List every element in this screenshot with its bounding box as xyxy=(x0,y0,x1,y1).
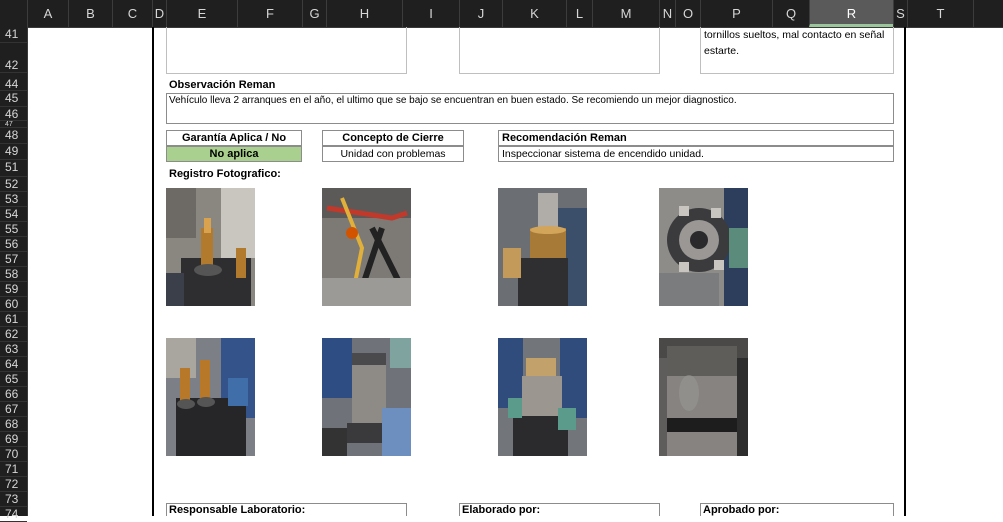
column-header-k[interactable]: K xyxy=(502,0,566,27)
page-border-right xyxy=(904,27,906,516)
row-header[interactable]: 51 xyxy=(0,160,27,177)
row-header[interactable]: 63 xyxy=(0,342,27,357)
row-header[interactable]: 60 xyxy=(0,297,27,312)
concepto-value[interactable]: Unidad con problemas xyxy=(322,146,464,162)
recomendacion-value[interactable]: Inspeccionar sistema de encendido unidad… xyxy=(498,146,894,162)
row-header[interactable]: 41 xyxy=(0,27,27,43)
row-header[interactable]: 64 xyxy=(0,357,27,372)
column-header-t[interactable]: T xyxy=(907,0,973,27)
elaborado-label: Elaborado por: xyxy=(462,504,541,516)
column-header-s[interactable]: S xyxy=(893,0,907,27)
top-note-line1: tornillos sueltos, mal contacto en señal xyxy=(704,29,885,41)
photo-terminal-nuts[interactable] xyxy=(166,338,255,456)
column-header-a[interactable]: A xyxy=(27,0,68,27)
column-header-l[interactable]: L xyxy=(566,0,592,27)
row-header[interactable]: 57 xyxy=(0,252,27,267)
column-header-p[interactable]: P xyxy=(700,0,772,27)
column-header-i[interactable]: I xyxy=(402,0,459,27)
recomendacion-label: Recomendación Reman xyxy=(498,130,894,146)
column-header-q[interactable]: Q xyxy=(772,0,809,27)
upper-left-box[interactable] xyxy=(166,27,407,74)
photo-starter-drive-gear[interactable] xyxy=(498,338,587,456)
row-header[interactable]: 73 xyxy=(0,492,27,507)
row-header[interactable]: 44 xyxy=(0,73,27,91)
row-header[interactable]: 58 xyxy=(0,267,27,282)
page-border-left xyxy=(152,27,154,516)
row-header[interactable]: 74 xyxy=(0,507,27,522)
row-header[interactable]: 62 xyxy=(0,327,27,342)
column-header-blank xyxy=(973,0,1003,27)
top-note-line2: estarte. xyxy=(704,45,740,57)
column-header-g[interactable]: G xyxy=(302,0,326,27)
row-header[interactable]: 46 xyxy=(0,107,27,121)
row-header[interactable]: 65 xyxy=(0,372,27,387)
row-header[interactable]: 71 xyxy=(0,462,27,477)
column-header-e[interactable]: E xyxy=(166,0,237,27)
column-header-c[interactable]: C xyxy=(112,0,152,27)
row-header[interactable]: 70 xyxy=(0,447,27,462)
column-header-n[interactable]: N xyxy=(659,0,675,27)
row-header[interactable]: 67 xyxy=(0,402,27,417)
row-header-bar: 41 42 44 45 46 47 48 49 51 52 53 54 55 5… xyxy=(0,27,28,522)
photo-starter-housing-closeup[interactable] xyxy=(659,338,748,456)
row-header[interactable]: 47 xyxy=(0,121,27,128)
column-header-d[interactable]: D xyxy=(152,0,166,27)
observacion-text: Vehículo lleva 2 arranques en el año, el… xyxy=(169,95,737,106)
row-header[interactable]: 54 xyxy=(0,207,27,222)
column-header-o[interactable]: O xyxy=(675,0,700,27)
photo-starter-motor-held[interactable] xyxy=(322,338,411,456)
row-header[interactable]: 72 xyxy=(0,477,27,492)
row-header[interactable]: 66 xyxy=(0,387,27,402)
photo-starter-terminals[interactable] xyxy=(166,188,255,306)
aprobado-label: Aprobado por: xyxy=(703,504,780,516)
registro-label: Registro Fotografico: xyxy=(169,168,281,180)
row-header[interactable]: 59 xyxy=(0,282,27,297)
column-header-bar: A B C D E F G H I J K L M N O P Q R S T xyxy=(0,0,1003,28)
column-header-j[interactable]: J xyxy=(459,0,502,27)
row-header[interactable]: 53 xyxy=(0,192,27,207)
row-header[interactable]: 42 xyxy=(0,43,27,73)
row-header[interactable]: 55 xyxy=(0,222,27,237)
row-header[interactable]: 45 xyxy=(0,91,27,107)
garantia-value[interactable]: No aplica xyxy=(166,146,302,162)
row-header[interactable]: 56 xyxy=(0,237,27,252)
concepto-label: Concepto de Cierre xyxy=(322,130,464,146)
row-header[interactable]: 49 xyxy=(0,144,27,160)
responsable-label: Responsable Laboratorio: xyxy=(169,504,306,516)
column-header-h[interactable]: H xyxy=(326,0,402,27)
column-header-r[interactable]: R xyxy=(809,0,893,27)
photo-brush-plate[interactable] xyxy=(659,188,748,306)
observacion-label: Observación Reman xyxy=(169,79,276,91)
row-header[interactable]: 69 xyxy=(0,432,27,447)
garantia-label: Garantía Aplica / No aplica xyxy=(166,130,302,158)
column-header-f[interactable]: F xyxy=(237,0,302,27)
upper-middle-box[interactable] xyxy=(459,27,660,74)
row-header[interactable]: 68 xyxy=(0,417,27,432)
row-header[interactable]: 48 xyxy=(0,128,27,144)
photo-armature-gear[interactable] xyxy=(498,188,587,306)
row-header[interactable]: 52 xyxy=(0,177,27,192)
column-header-b[interactable]: B xyxy=(68,0,112,27)
row-header[interactable]: 61 xyxy=(0,312,27,327)
column-header-m[interactable]: M xyxy=(592,0,659,27)
photo-wiring-pliers[interactable] xyxy=(322,188,411,306)
